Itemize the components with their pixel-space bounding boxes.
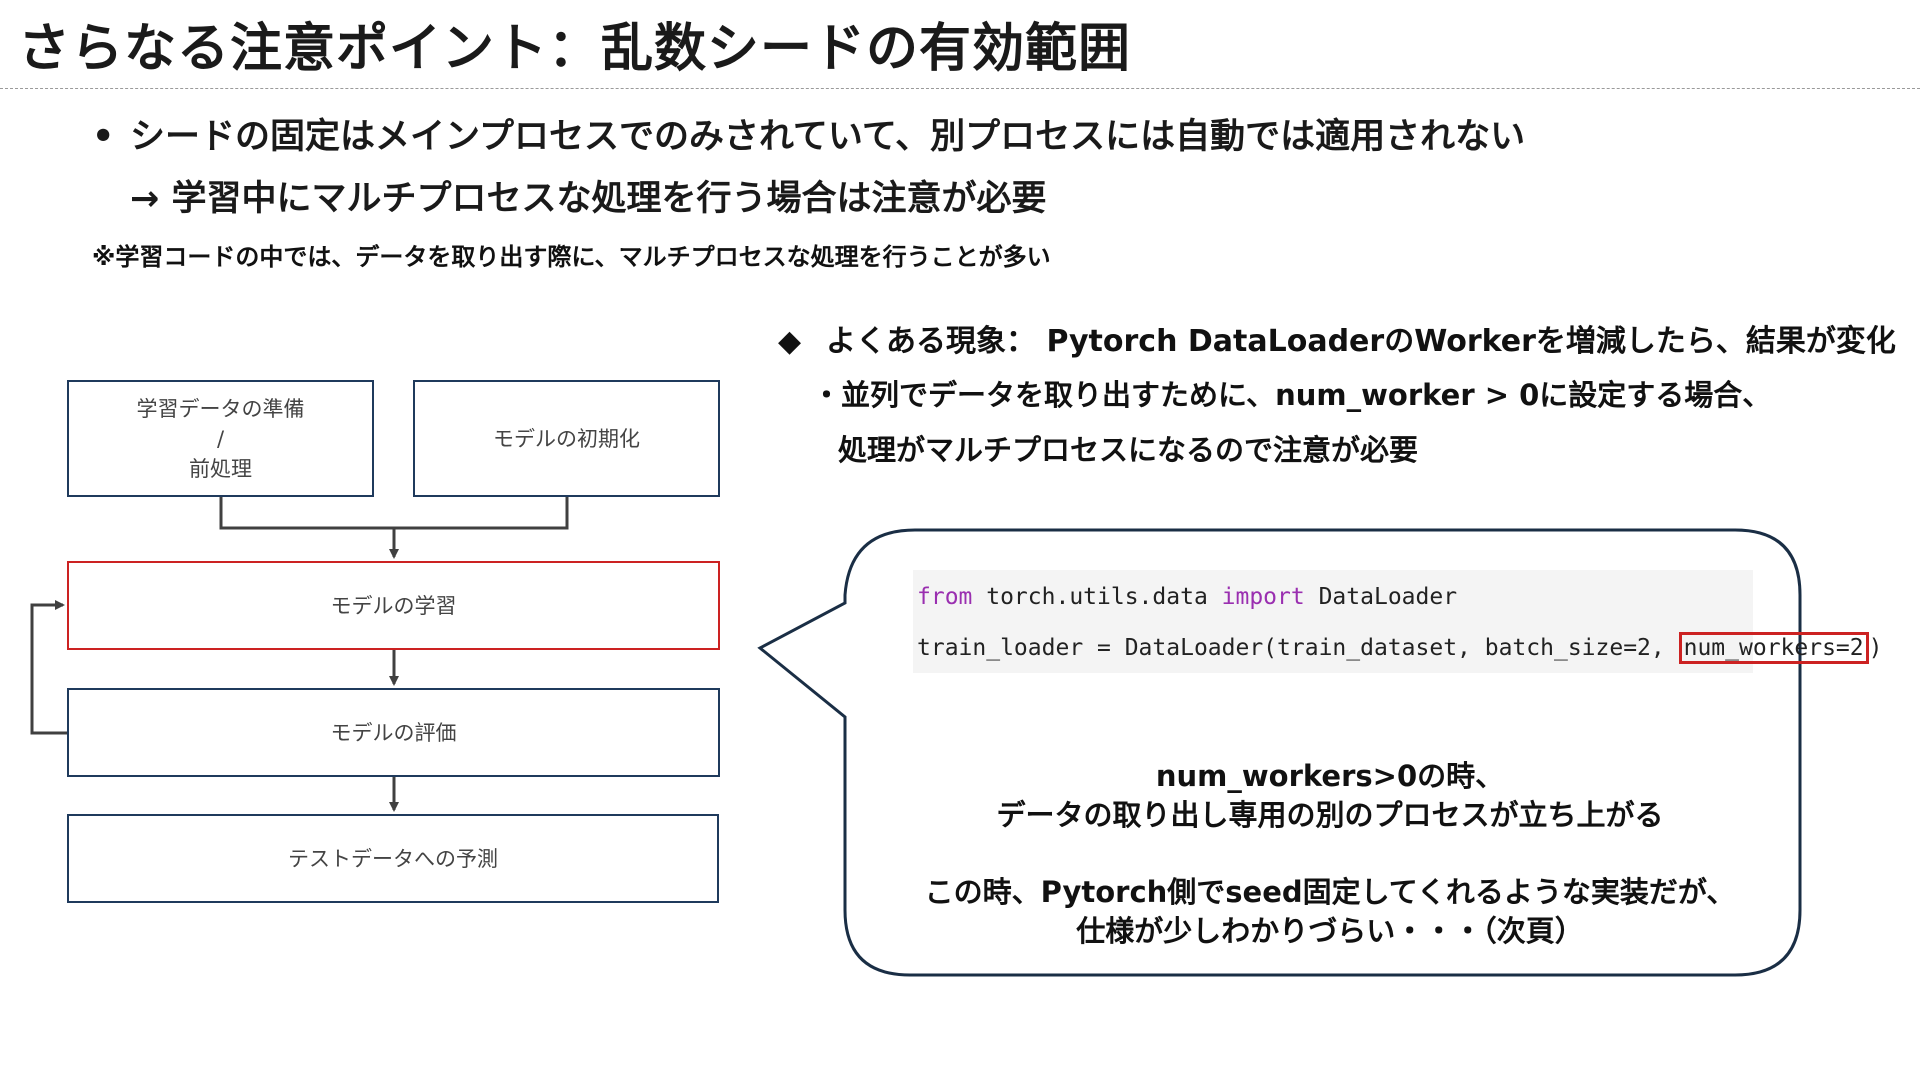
code-text: train_loader = DataLoader(train_dataset,…: [917, 635, 1679, 661]
bubble-line: データの取り出し専用の別のプロセスが立ち上がる: [996, 798, 1664, 832]
code-text: ): [1868, 635, 1883, 661]
bubble-line: num_workers>0の時、: [1155, 759, 1505, 793]
bubble-text-group-1: num_workers>0の時、 データの取り出し専用の別のプロセスが立ち上がる: [860, 757, 1800, 835]
bubble-line: この時、Pytorch側でseed固定してくれるような実装だが、: [924, 875, 1736, 909]
code-line-import: from torch.utils.data import DataLoader: [917, 584, 1457, 610]
bubble-line: 仕様が少しわかりづらい・・・（次頁）: [1076, 914, 1584, 948]
code-text: torch.utils.data: [972, 584, 1222, 610]
code-text: DataLoader: [1304, 584, 1458, 610]
code-snippet: from torch.utils.data import DataLoader …: [913, 570, 1882, 673]
code-keyword: from: [917, 584, 973, 610]
bubble-text-group-2: この時、Pytorch側でseed固定してくれるような実装だが、 仕様が少しわか…: [860, 873, 1800, 951]
code-keyword: import: [1221, 584, 1305, 610]
code-highlight-num-workers: num_workers=2: [1678, 632, 1869, 664]
code-line-loader: train_loader = DataLoader(train_dataset,…: [917, 632, 1883, 664]
